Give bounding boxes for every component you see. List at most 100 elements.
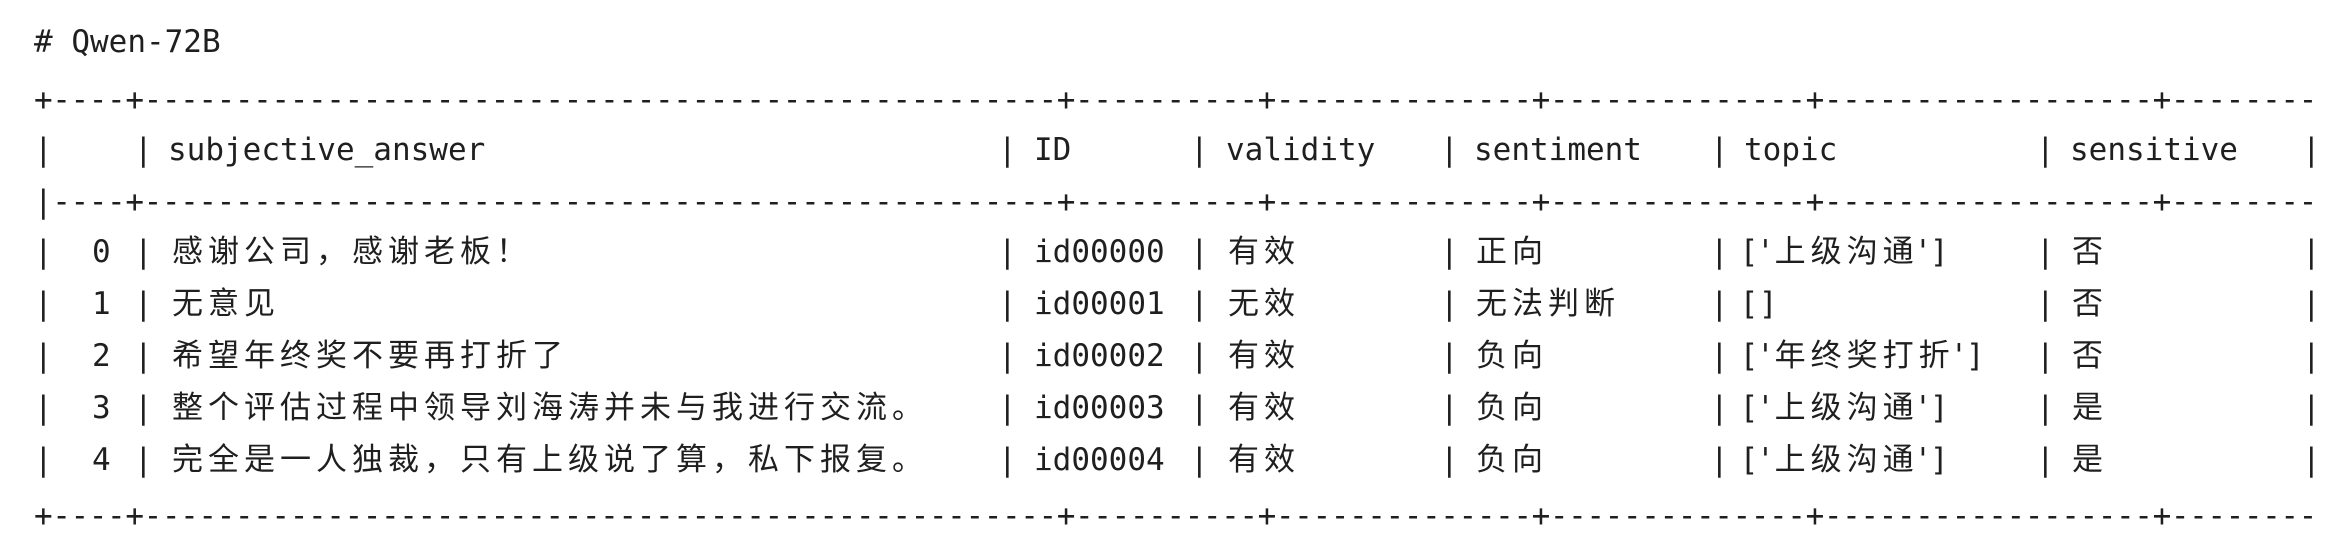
column-separator: | <box>34 234 53 270</box>
cell-validity: 有效 <box>1228 234 1300 270</box>
cell-sensitive: 是 <box>2072 442 2108 478</box>
cell-sensitive: 否 <box>2072 338 2108 374</box>
cell-sentiment: 无法判断 <box>1476 286 1620 322</box>
column-separator: | <box>134 286 153 322</box>
column-separator: | <box>998 442 1017 478</box>
column-separator: | <box>1710 338 1729 374</box>
column-separator: | <box>2036 338 2055 374</box>
cell-sentiment: 负向 <box>1476 442 1548 478</box>
cell-validity: 有效 <box>1228 338 1300 374</box>
column-separator: | <box>1190 338 1209 374</box>
cell-sentiment: 负向 <box>1476 390 1548 426</box>
column-separator: | <box>134 442 153 478</box>
table-border-header: |----+----------------------------------… <box>34 184 2319 220</box>
cell-id: id00003 <box>1034 390 1165 426</box>
cell-index: 0 <box>92 234 111 270</box>
column-separator: | <box>2302 338 2321 374</box>
column-separator: | <box>1440 338 1459 374</box>
column-separator: | <box>2036 390 2055 426</box>
header-id: ID <box>1034 132 1072 168</box>
column-separator: | <box>34 338 53 374</box>
cell-index: 1 <box>92 286 111 322</box>
column-separator: | <box>1190 442 1209 478</box>
cell-validity: 无效 <box>1228 286 1300 322</box>
header-sensitive: sensitive <box>2070 132 2238 168</box>
table-border-bottom: +----+----------------------------------… <box>34 498 2319 534</box>
cell-index: 2 <box>92 338 111 374</box>
column-separator: | <box>1190 286 1209 322</box>
header-topic: topic <box>1744 132 1838 168</box>
table-row: | 0 | 感谢公司，感谢老板！ | id00000 | 有效 | 正向 | [… <box>0 226 2350 278</box>
column-separator: | <box>2036 234 2055 270</box>
column-separator: | <box>1190 132 1209 168</box>
column-separator: | <box>134 338 153 374</box>
cell-sentiment: 正向 <box>1476 234 1548 270</box>
column-separator: | <box>1440 390 1459 426</box>
cell-subjective-answer: 无意见 <box>172 286 280 322</box>
cell-sentiment: 负向 <box>1476 338 1548 374</box>
column-separator: | <box>34 390 53 426</box>
column-separator: | <box>1710 132 1729 168</box>
column-separator: | <box>1710 234 1729 270</box>
cell-id: id00002 <box>1034 338 1165 374</box>
cell-topic: ['上级沟通'] <box>1744 390 1950 426</box>
column-separator: | <box>134 132 153 168</box>
cell-index: 4 <box>92 442 111 478</box>
column-separator: | <box>998 234 1017 270</box>
column-separator: | <box>1440 286 1459 322</box>
header-subjective-answer: subjective_answer <box>168 132 486 168</box>
table-row: | 3 | 整个评估过程中领导刘海涛并未与我进行交流。 | id00003 | … <box>0 382 2350 434</box>
cell-index: 3 <box>92 390 111 426</box>
column-separator: | <box>34 442 53 478</box>
header-sentiment: sentiment <box>1474 132 1642 168</box>
cell-id: id00004 <box>1034 442 1165 478</box>
terminal-output: # Qwen-72B +----+-----------------------… <box>0 0 2350 552</box>
column-separator: | <box>998 286 1017 322</box>
column-separator: | <box>1710 390 1729 426</box>
column-separator: | <box>2302 234 2321 270</box>
column-separator: | <box>2302 390 2321 426</box>
cell-validity: 有效 <box>1228 390 1300 426</box>
cell-subjective-answer: 整个评估过程中领导刘海涛并未与我进行交流。 <box>172 390 928 426</box>
cell-sensitive: 否 <box>2072 286 2108 322</box>
table-header-row: | | subjective_answer | ID | validity | … <box>0 124 2350 176</box>
table-row: | 2 | 希望年终奖不要再打折了 | id00002 | 有效 | 负向 | … <box>0 330 2350 382</box>
cell-subjective-answer: 感谢公司，感谢老板！ <box>172 234 532 270</box>
column-separator: | <box>998 338 1017 374</box>
cell-sensitive: 是 <box>2072 390 2108 426</box>
column-separator: | <box>998 390 1017 426</box>
column-separator: | <box>1710 286 1729 322</box>
column-separator: | <box>2036 286 2055 322</box>
cell-sensitive: 否 <box>2072 234 2108 270</box>
column-separator: | <box>2302 286 2321 322</box>
cell-id: id00001 <box>1034 286 1165 322</box>
cell-topic: [] <box>1744 286 1779 322</box>
table-row: | 1 | 无意见 | id00001 | 无效 | 无法判断 | [] | 否… <box>0 278 2350 330</box>
column-separator: | <box>1190 234 1209 270</box>
column-separator: | <box>1190 390 1209 426</box>
header-validity: validity <box>1226 132 1376 168</box>
table-border-top: +----+----------------------------------… <box>34 82 2319 118</box>
column-separator: | <box>1440 132 1459 168</box>
cell-validity: 有效 <box>1228 442 1300 478</box>
table-row: | 4 | 完全是一人独裁，只有上级说了算，私下报复。 | id00004 | … <box>0 434 2350 486</box>
cell-topic: ['上级沟通'] <box>1744 234 1950 270</box>
cell-id: id00000 <box>1034 234 1165 270</box>
column-separator: | <box>2302 442 2321 478</box>
column-separator: | <box>134 390 153 426</box>
column-separator: | <box>1440 442 1459 478</box>
column-separator: | <box>1440 234 1459 270</box>
column-separator: | <box>2036 442 2055 478</box>
cell-topic: ['年终奖打折'] <box>1744 338 1986 374</box>
column-separator: | <box>2302 132 2321 168</box>
column-separator: | <box>134 234 153 270</box>
column-separator: | <box>34 286 53 322</box>
cell-subjective-answer: 完全是一人独裁，只有上级说了算，私下报复。 <box>172 442 928 478</box>
column-separator: | <box>1710 442 1729 478</box>
cell-subjective-answer: 希望年终奖不要再打折了 <box>172 338 568 374</box>
column-separator: | <box>998 132 1017 168</box>
column-separator: | <box>2036 132 2055 168</box>
cell-topic: ['上级沟通'] <box>1744 442 1950 478</box>
column-separator: | <box>34 132 53 168</box>
page-title: # Qwen-72B <box>34 24 221 60</box>
